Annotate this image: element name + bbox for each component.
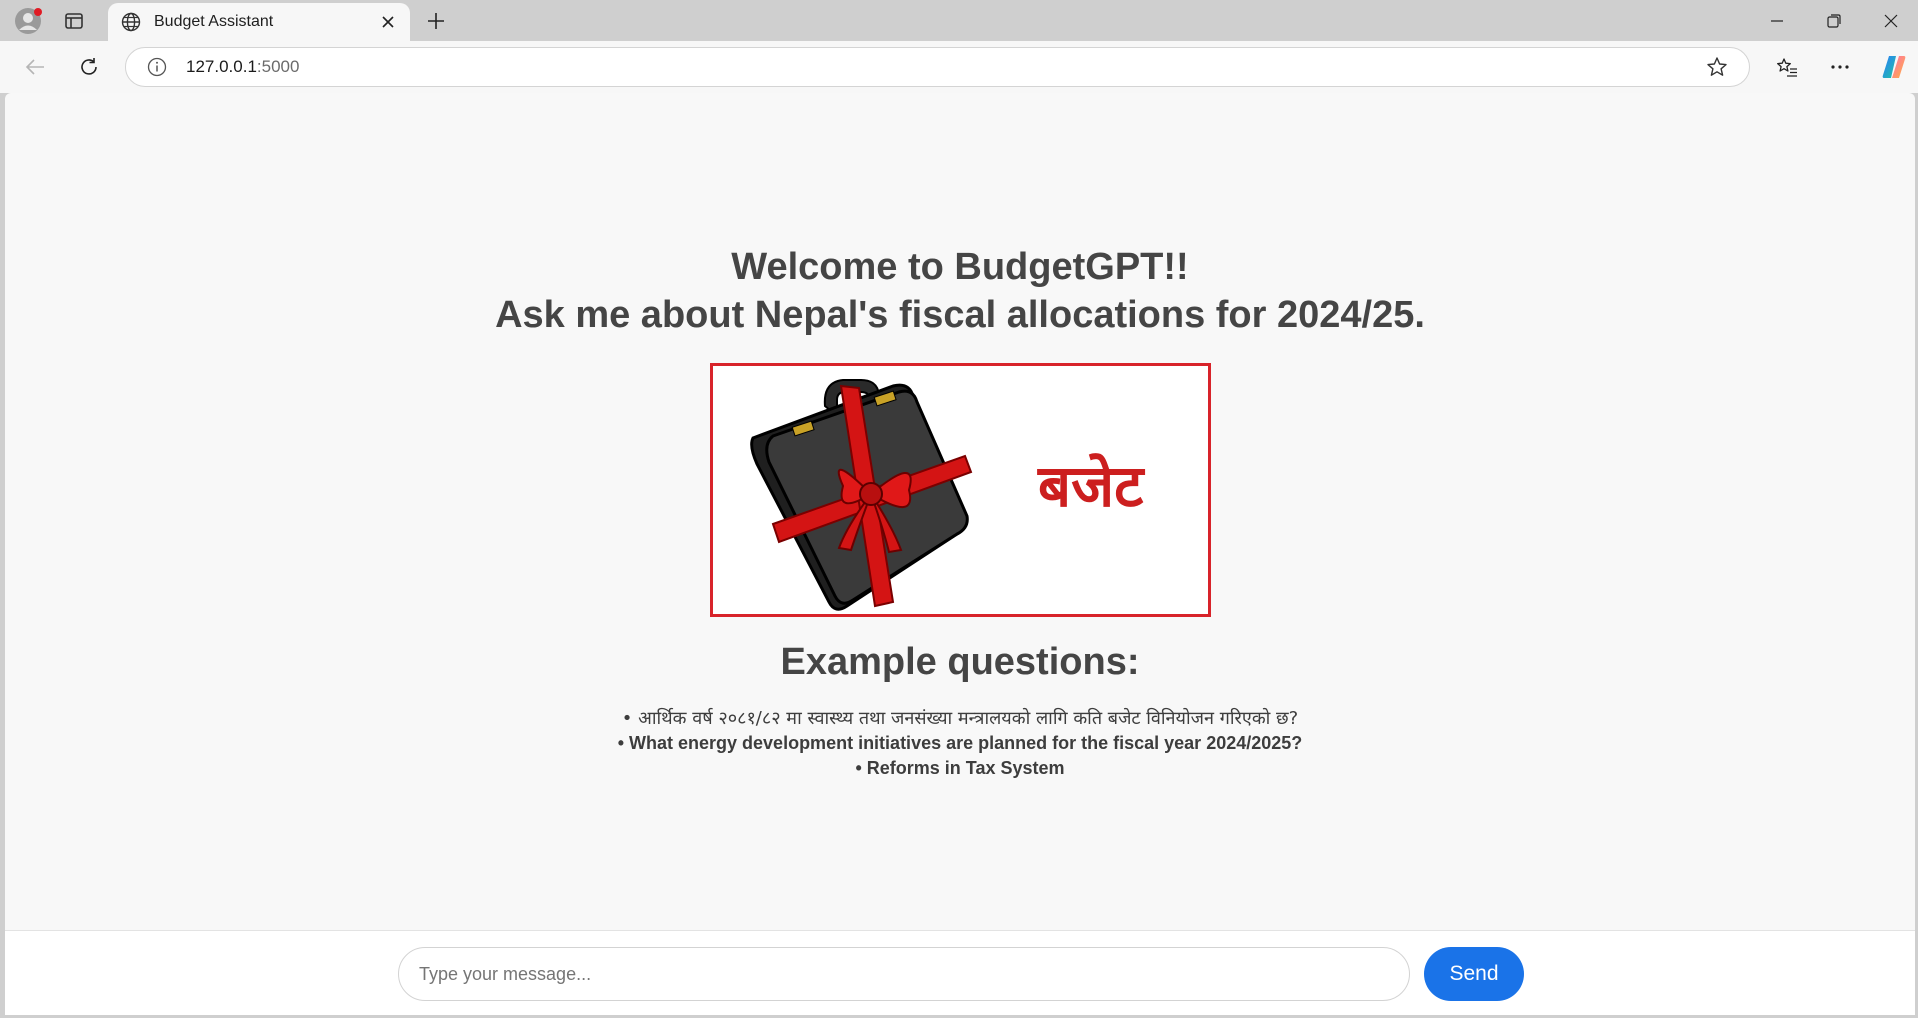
url-text: 127.0.0.1:5000	[186, 57, 1703, 77]
message-input[interactable]	[398, 947, 1410, 1001]
example-question[interactable]: • Reforms in Tax System	[5, 756, 1915, 781]
budget-banner: बजेट	[710, 363, 1211, 617]
address-bar[interactable]: 127.0.0.1:5000	[125, 47, 1750, 87]
example-question[interactable]: • What energy development initiatives ar…	[5, 731, 1915, 756]
budget-banner-text: बजेट	[1038, 452, 1144, 520]
send-button[interactable]: Send	[1424, 947, 1524, 1001]
url-host: 127.0.0.1	[186, 57, 257, 76]
profile-icon[interactable]	[12, 6, 44, 36]
example-questions-list: • आर्थिक वर्ष २०८१/८२ मा स्वास्थ्य तथा ज…	[5, 706, 1915, 781]
info-icon[interactable]	[145, 55, 169, 79]
close-icon[interactable]	[374, 8, 402, 36]
url-port: :5000	[256, 57, 300, 76]
copilot-icon[interactable]	[1876, 50, 1912, 84]
favorites-icon[interactable]	[1769, 50, 1805, 84]
tab-strip: Budget Assistant	[0, 0, 1918, 41]
refresh-icon[interactable]	[71, 50, 107, 84]
tab-title: Budget Assistant	[154, 13, 274, 30]
more-icon[interactable]	[1822, 50, 1858, 84]
browser-toolbar: 127.0.0.1:5000	[0, 41, 1918, 93]
examples-title: Example questions:	[780, 641, 1140, 683]
back-icon[interactable]	[17, 50, 53, 84]
globe-icon	[120, 11, 142, 33]
plus-icon[interactable]	[420, 6, 452, 36]
restore-icon[interactable]	[1811, 4, 1857, 38]
minimize-icon[interactable]	[1754, 4, 1800, 38]
welcome-heading: Welcome to BudgetGPT!! Ask me about Nepa…	[5, 243, 1915, 339]
star-icon[interactable]	[1703, 53, 1731, 81]
briefcase-icon	[750, 379, 973, 611]
example-question[interactable]: • आर्थिक वर्ष २०८१/८२ मा स्वास्थ्य तथा ज…	[5, 706, 1915, 731]
window-close-icon[interactable]	[1868, 4, 1914, 38]
page-viewport: Welcome to BudgetGPT!! Ask me about Nepa…	[5, 93, 1915, 1015]
welcome-line-1: Welcome to BudgetGPT!!	[731, 246, 1189, 288]
tab-actions-icon[interactable]	[58, 6, 90, 36]
welcome-line-2: Ask me about Nepal's fiscal allocations …	[495, 294, 1425, 336]
tab-budget-assistant[interactable]: Budget Assistant	[108, 3, 410, 41]
